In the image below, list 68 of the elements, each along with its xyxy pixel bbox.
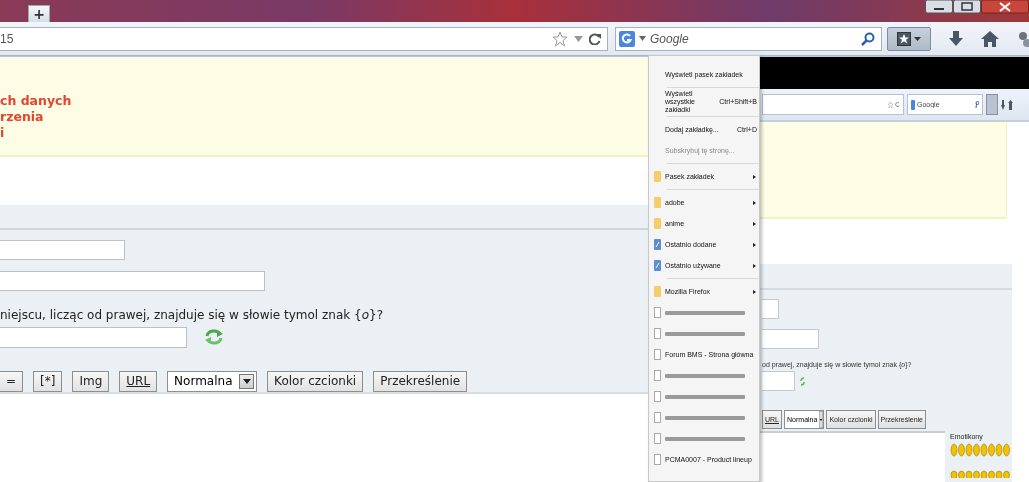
close-icon[interactable] (981, 0, 1029, 14)
refresh-icon[interactable] (204, 328, 224, 347)
submenu-arrow-icon (753, 289, 756, 294)
captcha-question: niejscu, licząc od prawej, znajduje się w słowie tymol znak {o}? (0, 307, 385, 322)
format-button[interactable]: Kolor czcionki (267, 371, 364, 392)
page-icon (653, 433, 661, 444)
page-icon (653, 307, 661, 318)
dropdown-icon (914, 36, 922, 41)
input-field[interactable] (0, 239, 125, 260)
home-icon (1008, 99, 1013, 110)
extension-icon[interactable] (1017, 30, 1029, 47)
dropdown-icon (639, 36, 646, 41)
download-icon[interactable] (949, 30, 963, 47)
page-icon (653, 370, 661, 381)
bookmarks-button[interactable] (887, 26, 931, 51)
minimize-icon[interactable] (925, 0, 953, 14)
input-field[interactable] (762, 299, 779, 319)
page-icon (653, 391, 661, 402)
search-engine-icon (911, 99, 915, 110)
reload-icon (589, 32, 601, 45)
answer-field[interactable] (762, 371, 795, 391)
submenu-arrow-icon (753, 174, 756, 179)
page-icon (653, 412, 661, 423)
folder-icon (653, 218, 661, 229)
emoticons-drawing (950, 470, 1012, 478)
star-icon (888, 101, 893, 108)
folder-icon (653, 197, 661, 208)
page-icon (653, 454, 661, 465)
refresh-icon[interactable] (800, 376, 805, 386)
bookmark-star-icon (897, 31, 912, 46)
format-button[interactable]: Przekreślenie (373, 371, 468, 392)
format-button[interactable]: = (0, 371, 24, 392)
notice-text: i (0, 125, 6, 141)
notice-text: ch danych (0, 93, 73, 109)
dropdown-icon (242, 379, 251, 384)
smart-folder-icon (653, 260, 661, 271)
reload-icon (895, 102, 900, 107)
address-field[interactable]: 15 (0, 26, 608, 51)
page-icon (653, 328, 661, 339)
input-field[interactable] (762, 329, 819, 349)
format-button[interactable]: [*] (33, 371, 63, 392)
submenu-arrow-icon (753, 242, 756, 247)
new-tab-button[interactable]: + (28, 5, 50, 22)
format-button[interactable]: URL (119, 371, 158, 392)
search-icon (975, 101, 979, 108)
search-engine-icon (619, 30, 635, 47)
submenu-arrow-icon (753, 200, 756, 205)
dropdown-icon (574, 35, 583, 42)
notice-text: rzenia (0, 109, 45, 125)
size-select[interactable]: Normalna (167, 371, 258, 392)
input-field[interactable] (0, 270, 265, 291)
download-icon (1001, 99, 1005, 110)
maximize-icon[interactable] (953, 0, 981, 14)
folder-icon (653, 171, 661, 182)
submenu-arrow-icon (753, 221, 756, 226)
answer-field[interactable] (0, 327, 187, 348)
star-icon (552, 30, 568, 47)
dropdown-icon (819, 411, 824, 428)
address-field[interactable] (762, 94, 904, 115)
search-box[interactable]: Google (615, 26, 883, 51)
search-icon (861, 31, 876, 46)
smart-folder-icon (653, 239, 661, 250)
format-button[interactable]: Img (72, 371, 110, 392)
home-icon[interactable] (981, 30, 999, 47)
submenu-arrow-icon (753, 263, 756, 268)
emoticons-drawing (950, 443, 1012, 457)
page-icon (653, 349, 661, 360)
folder-icon (653, 286, 661, 297)
